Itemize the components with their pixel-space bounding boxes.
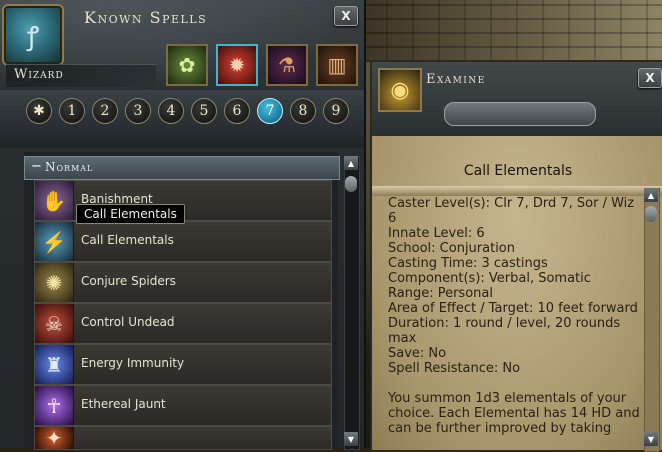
spell-name: Ethereal Jaunt bbox=[81, 397, 166, 411]
close-button[interactable]: X bbox=[334, 6, 358, 26]
level-3-button[interactable]: 3 bbox=[125, 98, 151, 124]
spell-row-partial[interactable]: ✦ bbox=[34, 426, 332, 450]
examine-ornament bbox=[444, 102, 596, 126]
stat-line: Component(s): Verbal, Somatic bbox=[388, 271, 591, 286]
stat-line: 6 bbox=[388, 211, 397, 226]
stat-line: Casting Time: 3 castings bbox=[388, 256, 548, 271]
examine-panel: ◉ Examine X Call Elementals Caster Level… bbox=[370, 60, 662, 452]
examine-body: Caster Level(s): Clr 7, Drd 7, Sor / Wiz… bbox=[388, 196, 646, 436]
description-line: can be further improved by taking bbox=[388, 421, 612, 436]
spell-row-call-elementals[interactable]: ⚡ Call Elementals bbox=[34, 221, 332, 262]
stat-line: max bbox=[388, 331, 417, 346]
spell-row-energy-immunity[interactable]: ♜ Energy Immunity bbox=[34, 344, 332, 385]
green-flower-icon[interactable]: ✿ bbox=[166, 44, 208, 86]
spell-row-conjure-spiders[interactable]: ✺ Conjure Spiders bbox=[34, 262, 332, 303]
scroll-thumb[interactable] bbox=[345, 176, 357, 192]
energy-figure-icon: ♜ bbox=[35, 345, 74, 384]
spell-name: Control Undead bbox=[81, 315, 175, 329]
spell-row-ethereal-jaunt[interactable]: ☥ Ethereal Jaunt bbox=[34, 385, 332, 426]
level-6-button[interactable]: 6 bbox=[224, 98, 250, 124]
call-elementals-icon: ⚡ bbox=[35, 222, 74, 261]
collapse-icon[interactable]: − bbox=[31, 159, 42, 174]
stat-line: Save: No bbox=[388, 346, 447, 361]
stat-line: Range: Personal bbox=[388, 286, 493, 301]
stat-line: Spell Resistance: No bbox=[388, 361, 521, 376]
section-label: Normal bbox=[45, 160, 94, 174]
banishment-icon: ✋ bbox=[35, 181, 74, 220]
stat-line: Area of Effect / Target: 10 feet forward bbox=[388, 301, 638, 316]
potion-flask-icon[interactable]: ⚗ bbox=[266, 44, 308, 86]
scroll-case-icon[interactable]: ▥ bbox=[316, 44, 358, 86]
skeleton-icon: ☠ bbox=[35, 304, 74, 343]
stat-line: Innate Level: 6 bbox=[388, 226, 485, 241]
partial-spell-icon: ✦ bbox=[35, 426, 74, 450]
stat-line: Duration: 1 round / level, 20 rounds bbox=[388, 316, 621, 331]
red-flame-icon[interactable]: ✹ bbox=[216, 44, 258, 86]
spell-name: Conjure Spiders bbox=[81, 274, 176, 288]
examine-scrollbar[interactable] bbox=[644, 188, 660, 452]
spell-row-control-undead[interactable]: ☠ Control Undead bbox=[34, 303, 332, 344]
level-all-button[interactable]: ✱ bbox=[26, 98, 52, 124]
spell-name: Energy Immunity bbox=[81, 356, 185, 370]
level-8-button[interactable]: 8 bbox=[290, 98, 316, 124]
level-5-button[interactable]: 5 bbox=[191, 98, 217, 124]
examine-spell-title: Call Elementals bbox=[463, 163, 573, 179]
spell-level-selector: ✱ 1 2 3 4 5 6 7 8 9 bbox=[26, 98, 349, 124]
known-spells-panel: ꝭ Known Spells X Wizard ✿ ✹ ⚗ ▥ ✱ 1 2 3 … bbox=[0, 0, 366, 450]
description-line: choice. Each Elemental has 14 HD and bbox=[388, 406, 640, 421]
class-label[interactable]: Wizard bbox=[14, 67, 64, 82]
spider-icon: ✺ bbox=[35, 263, 74, 302]
spell-name: Call Elementals bbox=[81, 233, 174, 247]
level-9-button[interactable]: 9 bbox=[323, 98, 349, 124]
examine-title: Examine bbox=[426, 72, 486, 87]
panel-title: Known Spells bbox=[84, 8, 208, 27]
spellbook-icon: ꝭ bbox=[2, 4, 64, 66]
spell-list-scrollbar[interactable] bbox=[344, 156, 360, 450]
examine-close-button[interactable]: X bbox=[638, 68, 662, 88]
level-1-button[interactable]: 1 bbox=[59, 98, 85, 124]
scroll-down-button[interactable]: ▼ bbox=[344, 432, 358, 446]
stat-line: School: Conjuration bbox=[388, 241, 516, 256]
ethereal-figure-icon: ☥ bbox=[35, 386, 74, 425]
level-4-button[interactable]: 4 bbox=[158, 98, 184, 124]
examine-eye-icon: ◉ bbox=[378, 68, 422, 112]
examine-scroll-up-button[interactable]: ▲ bbox=[644, 188, 658, 202]
section-header[interactable]: − Normal bbox=[24, 156, 340, 180]
spell-tooltip: Call Elementals bbox=[76, 204, 185, 224]
level-7-button[interactable]: 7 bbox=[257, 98, 283, 124]
level-2-button[interactable]: 2 bbox=[92, 98, 118, 124]
examine-scroll-down-button[interactable]: ▼ bbox=[644, 432, 658, 446]
description-line: You summon 1d3 elementals of your bbox=[388, 391, 627, 406]
examine-divider bbox=[372, 186, 662, 196]
examine-scroll-thumb[interactable] bbox=[645, 206, 657, 222]
stat-line: Caster Level(s): Clr 7, Drd 7, Sor / Wiz bbox=[388, 196, 635, 211]
background-wall bbox=[360, 0, 662, 62]
scroll-up-button[interactable]: ▲ bbox=[344, 156, 358, 170]
